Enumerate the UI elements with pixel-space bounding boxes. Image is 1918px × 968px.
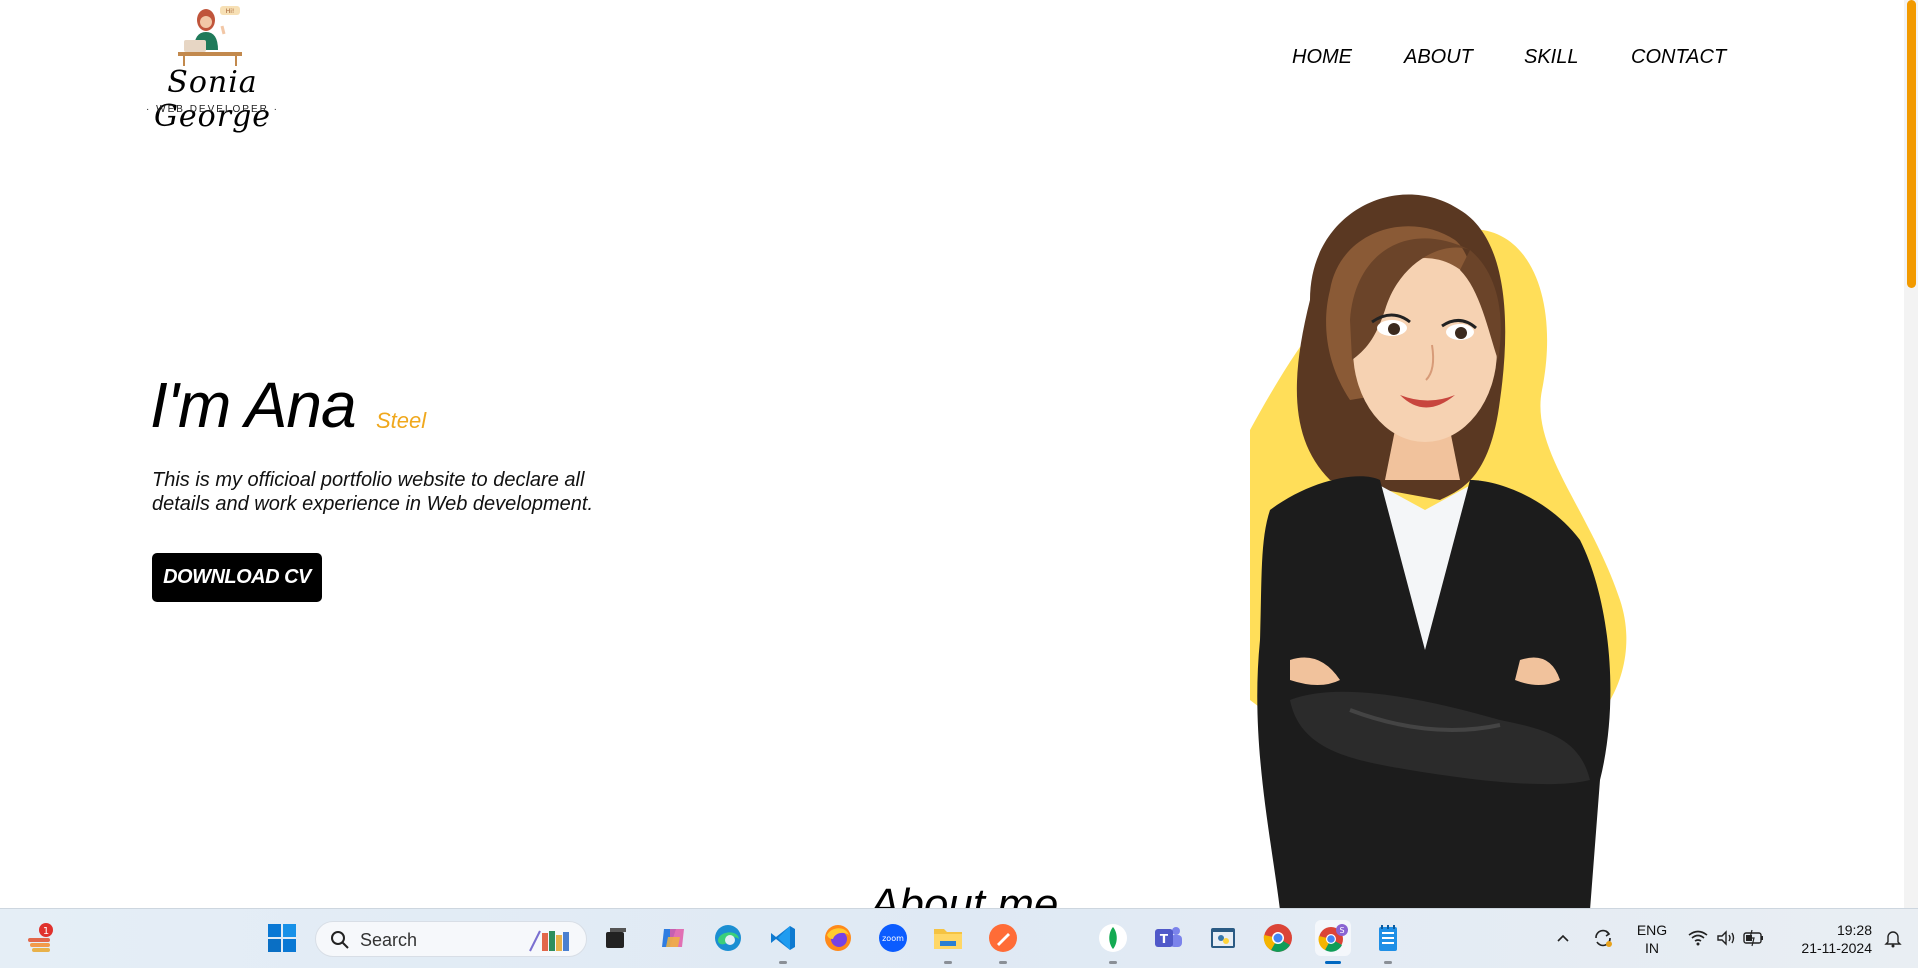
explorer-running-indicator [944, 961, 952, 964]
vscode-running-indicator [779, 961, 787, 964]
teams-icon[interactable]: T [1150, 920, 1186, 956]
search-icon [331, 931, 349, 949]
clock-date: 21-11-2024 [1801, 940, 1872, 956]
notepad-running-indicator [1384, 961, 1392, 964]
taskbar-search-box[interactable]: Search [315, 921, 587, 957]
sync-icon[interactable] [1585, 920, 1621, 956]
language-label: ENG [1636, 922, 1668, 938]
region-label: IN [1645, 940, 1659, 956]
portfolio-page: Hi! Sonia George · WEB DEVELOPER · HOME … [0, 0, 1904, 908]
svg-text:zoom: zoom [882, 934, 904, 943]
weather-widget-icon[interactable]: 1 [22, 920, 58, 956]
notepad-icon[interactable] [1370, 920, 1406, 964]
download-cv-button[interactable]: DOWNLOAD CV [152, 553, 322, 602]
scrollbar-thumb[interactable] [1907, 0, 1916, 288]
logo-girl-illustration: Hi! [178, 6, 242, 66]
postman-running-indicator [999, 961, 1007, 964]
nav-home-link[interactable]: HOME [1292, 46, 1352, 69]
firefox-icon[interactable] [820, 920, 856, 956]
chevron-up-icon[interactable] [1545, 920, 1581, 956]
chrome-active-indicator [1325, 961, 1341, 964]
chrome-profile-icon[interactable]: S [1315, 920, 1351, 964]
search-placeholder: Search [360, 930, 418, 950]
hero-accent-text: Steel [376, 408, 427, 433]
keyboard-language-indicator[interactable]: ENG IN [1632, 921, 1672, 957]
logo-bubble-text: Hi! [226, 8, 235, 15]
task-view-icon[interactable] [598, 920, 634, 956]
logo-subtitle: · WEB DEVELOPER · [146, 104, 279, 115]
widget-badge-count: 1 [43, 926, 49, 937]
python-idle-icon[interactable] [1205, 920, 1241, 956]
postman-icon[interactable] [985, 920, 1021, 964]
vscode-icon[interactable] [765, 920, 801, 964]
battery-icon[interactable] [1736, 920, 1772, 956]
start-button-icon[interactable] [264, 920, 300, 956]
hero-title: I'm Ana [150, 369, 357, 441]
nav-about-link[interactable]: ABOUT [1404, 46, 1473, 69]
about-section-title: About me [870, 880, 1059, 908]
nav-contact-link[interactable]: CONTACT [1631, 46, 1726, 69]
svg-text:T: T [1160, 932, 1169, 946]
nav-skill-link[interactable]: SKILL [1524, 46, 1578, 69]
hero-description: This is my officioal portfolio website t… [152, 469, 593, 515]
windows-taskbar: 1 Search zoom T S ENG IN 19:28 21-11-202… [0, 908, 1918, 968]
hero-woman-illustration [1250, 194, 1627, 908]
clock[interactable]: 19:28 21-11-2024 [1782, 921, 1872, 957]
mongodb-running-indicator [1109, 961, 1117, 964]
logo-signature: Sonia George [153, 65, 272, 134]
edge-browser-icon[interactable] [710, 920, 746, 956]
zoom-icon[interactable]: zoom [875, 920, 911, 956]
notification-bell-icon[interactable] [1878, 920, 1908, 956]
chrome-icon[interactable] [1260, 920, 1296, 956]
site-logo[interactable]: Hi! Sonia George · WEB DEVELOPER · [130, 4, 295, 134]
copilot-icon[interactable] [655, 920, 691, 956]
search-highlight-books-icon [529, 930, 569, 952]
chrome-profile-letter: S [1339, 926, 1344, 935]
file-explorer-icon[interactable] [930, 920, 966, 964]
clock-time: 19:28 [1836, 922, 1872, 938]
mongodb-compass-icon[interactable] [1095, 920, 1131, 964]
page-scrollbar[interactable] [1904, 0, 1918, 908]
